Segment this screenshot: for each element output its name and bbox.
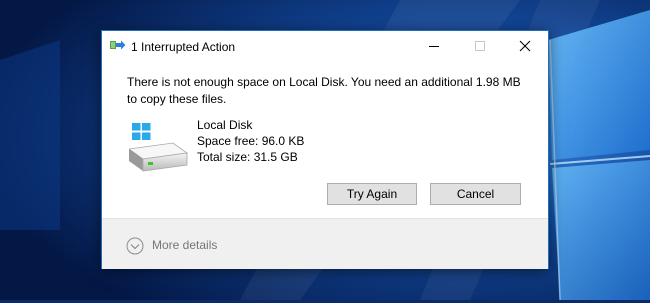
chevron-down-circle-icon[interactable] — [126, 237, 144, 255]
minimize-button[interactable] — [411, 31, 457, 61]
local-disk-icon — [127, 123, 189, 173]
file-copy-arrow-icon — [110, 40, 126, 52]
close-icon — [519, 40, 531, 52]
drive-total-size: Total size: 31.5 GB — [197, 150, 298, 164]
close-button[interactable] — [502, 31, 548, 61]
drive-space-free: Space free: 96.0 KB — [197, 134, 305, 148]
dialog-title: 1 Interrupted Action — [131, 40, 236, 54]
try-again-button[interactable]: Try Again — [327, 183, 417, 205]
drive-info: Local Disk Space free: 96.0 KB Total siz… — [197, 117, 304, 165]
error-message: There is not enough space on Local Disk.… — [127, 75, 521, 106]
title-bar[interactable]: 1 Interrupted Action — [102, 31, 548, 61]
minimize-icon — [429, 46, 439, 47]
dialog-footer: More details — [102, 218, 548, 269]
cancel-button[interactable]: Cancel — [430, 183, 521, 205]
maximize-icon — [475, 41, 485, 51]
drive-name: Local Disk — [197, 118, 253, 132]
more-details-label[interactable]: More details — [152, 238, 217, 252]
maximize-button — [457, 31, 503, 61]
interrupted-action-dialog: 1 Interrupted Action There is not enough… — [101, 30, 549, 269]
